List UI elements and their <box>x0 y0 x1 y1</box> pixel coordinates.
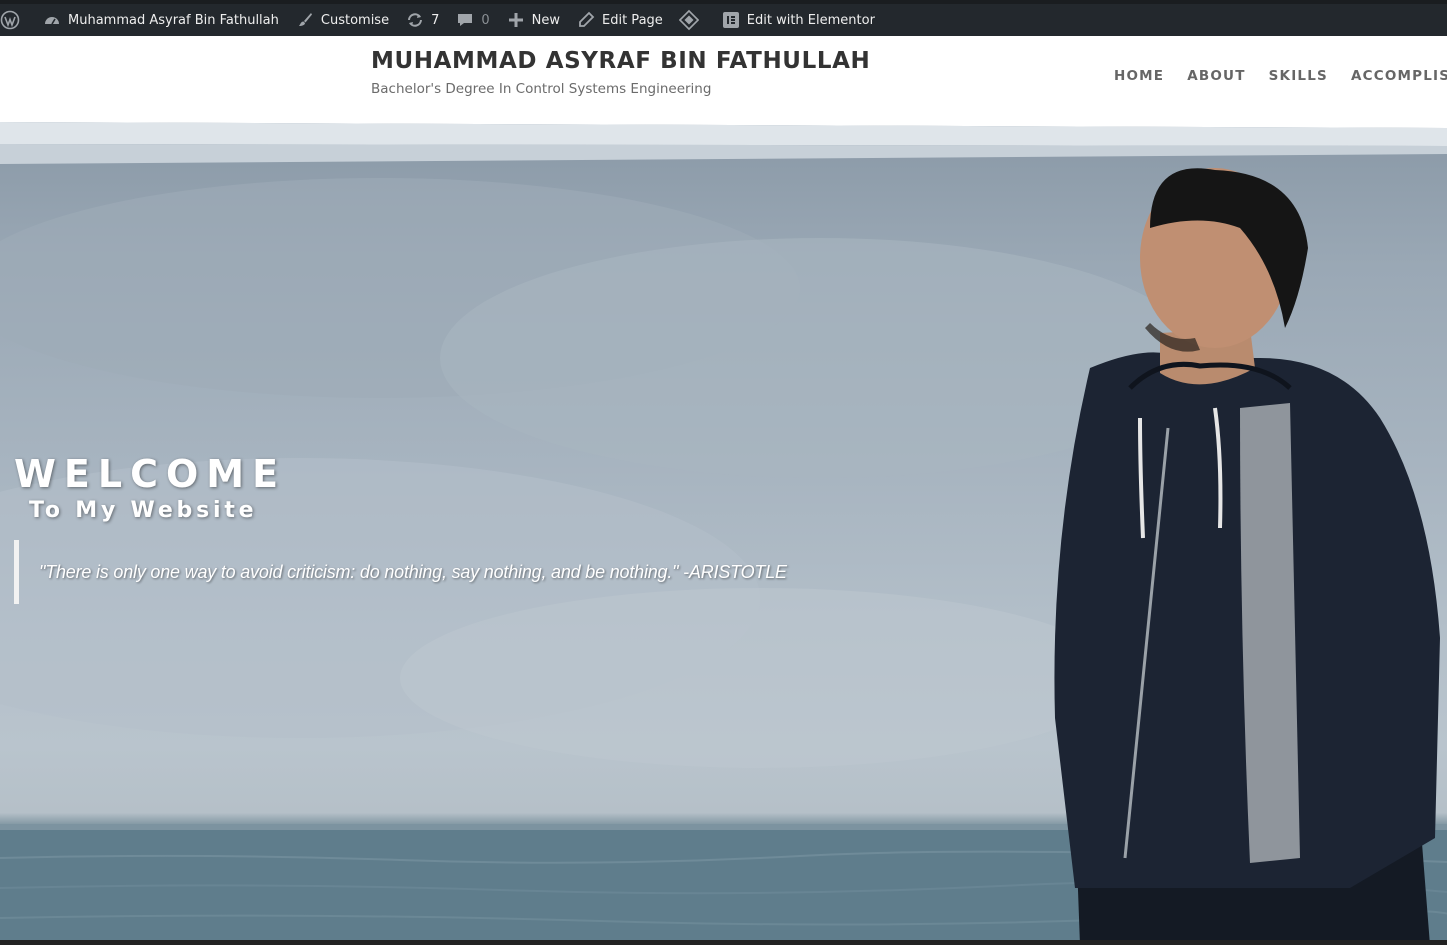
comments-count: 0 <box>481 12 490 28</box>
wordpress-menu[interactable] <box>0 4 34 36</box>
wordpress-logo-icon <box>0 10 20 30</box>
nav-item-home[interactable]: HOME <box>1114 68 1164 84</box>
site-name-link[interactable]: Muhammad Asyraf Bin Fathullah <box>34 4 287 36</box>
admin-bar: Muhammad Asyraf Bin Fathullah Customise … <box>0 0 1447 36</box>
updates-icon <box>405 10 425 30</box>
quote-text: "There is only one way to avoid criticis… <box>39 561 787 582</box>
welcome-subtitle: To My Website <box>29 498 258 523</box>
diamond-plugin-link[interactable] <box>671 4 713 36</box>
edit-page-link[interactable]: Edit Page <box>568 4 671 36</box>
pencil-icon <box>576 10 596 30</box>
elementor-icon <box>721 10 741 30</box>
site-tagline: Bachelor's Degree In Control Systems Eng… <box>371 81 712 97</box>
nav-item-accomplishments[interactable]: ACCOMPLISHM <box>1351 68 1447 84</box>
site-title[interactable]: MUHAMMAD ASYRAF BIN FATHULLAH <box>371 48 870 74</box>
welcome-title: WELCOME <box>14 452 287 496</box>
site-name-label: Muhammad Asyraf Bin Fathullah <box>68 12 279 28</box>
bottom-edge <box>0 940 1447 945</box>
customise-link[interactable]: Customise <box>287 4 397 36</box>
main-navigation: HOME ABOUT SKILLS ACCOMPLISHM <box>1114 68 1447 84</box>
quote-blockquote: "There is only one way to avoid criticis… <box>14 540 834 604</box>
diamond-icon <box>678 9 699 31</box>
site-header: MUHAMMAD ASYRAF BIN FATHULLAH Bachelor's… <box>0 36 1447 120</box>
customise-label: Customise <box>320 12 390 28</box>
updates-count: 7 <box>431 12 440 28</box>
edit-elementor-link[interactable]: Edit with Elementor <box>713 4 883 36</box>
hero-background-photo <box>0 118 1447 945</box>
welcome-heading-block: WELCOME To My Website <box>14 452 286 523</box>
plus-icon <box>506 10 526 30</box>
updates-link[interactable]: 7 <box>397 4 447 36</box>
paintbrush-icon <box>295 10 315 30</box>
hero-section: WELCOME To My Website "There is only one… <box>0 118 1447 945</box>
dashboard-icon <box>42 10 62 30</box>
edit-page-label: Edit Page <box>602 12 663 28</box>
comment-icon <box>455 10 475 30</box>
nav-item-skills[interactable]: SKILLS <box>1269 68 1328 84</box>
comments-link[interactable]: 0 <box>447 4 497 36</box>
new-content-link[interactable]: New <box>498 4 568 36</box>
nav-item-about[interactable]: ABOUT <box>1187 68 1245 84</box>
edit-elementor-label: Edit with Elementor <box>746 12 875 28</box>
new-label: New <box>531 12 560 28</box>
